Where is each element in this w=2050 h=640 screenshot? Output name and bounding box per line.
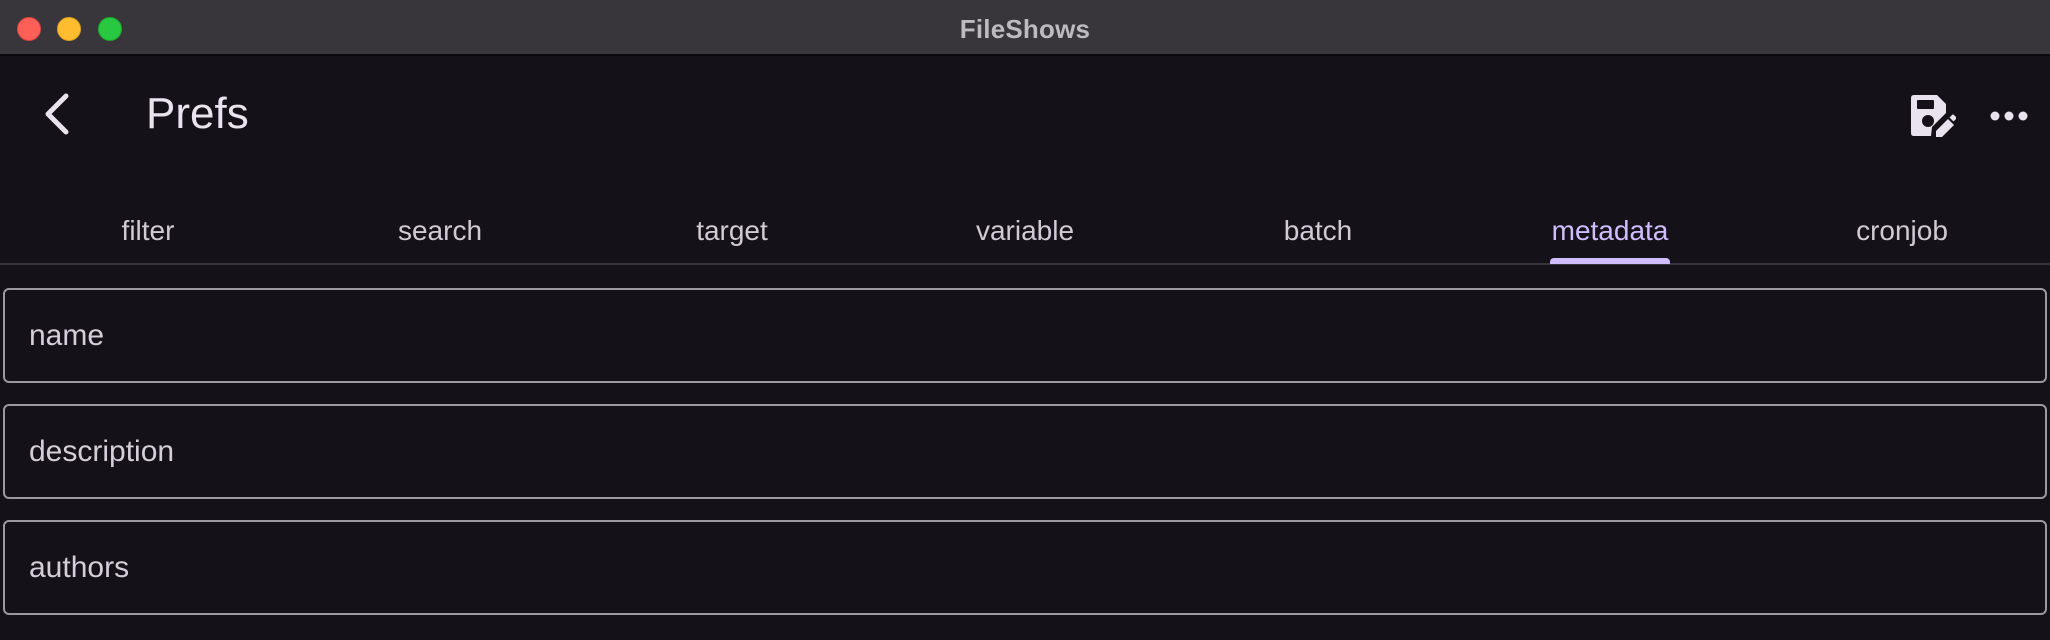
back-button[interactable] — [30, 86, 86, 142]
tab-label: variable — [975, 215, 1075, 246]
tab-label: metadata — [1551, 215, 1669, 246]
more-options-button[interactable] — [1984, 91, 2034, 141]
name-field-label: name — [29, 319, 105, 352]
tab-label: filter — [121, 215, 175, 246]
save-edit-icon — [1911, 95, 1957, 137]
save-button[interactable] — [1906, 91, 1957, 141]
tab-variable[interactable]: variable — [879, 215, 1171, 263]
page-title: Prefs — [146, 89, 249, 138]
chevron-left-icon — [45, 93, 69, 135]
tab-search[interactable]: search — [294, 215, 586, 263]
name-field[interactable]: name — [3, 288, 2047, 383]
description-field-label: description — [29, 435, 175, 468]
authors-field-label: authors — [29, 551, 130, 584]
app-window: FileShows Prefs filter search target var… — [0, 0, 2050, 640]
active-tab-indicator — [1550, 258, 1670, 264]
tab-bar: filter search target variable batch meta… — [0, 215, 2050, 265]
tab-label: search — [397, 215, 483, 246]
authors-field[interactable]: authors — [3, 520, 2047, 615]
tab-filter[interactable]: filter — [2, 215, 294, 263]
title-bar[interactable]: FileShows — [0, 0, 2050, 56]
more-horizontal-icon — [1990, 111, 2028, 121]
tab-label: cronjob — [1856, 215, 1948, 246]
app-bar: Prefs — [0, 56, 2050, 172]
tab-metadata[interactable]: metadata — [1464, 215, 1756, 264]
tab-label: batch — [1283, 215, 1353, 246]
window-title: FileShows — [959, 14, 1091, 44]
tab-cronjob[interactable]: cronjob — [1756, 215, 2048, 263]
tab-target[interactable]: target — [586, 215, 878, 263]
tab-label: target — [696, 215, 768, 246]
description-field[interactable]: description — [3, 404, 2047, 499]
tab-batch[interactable]: batch — [1172, 215, 1464, 263]
